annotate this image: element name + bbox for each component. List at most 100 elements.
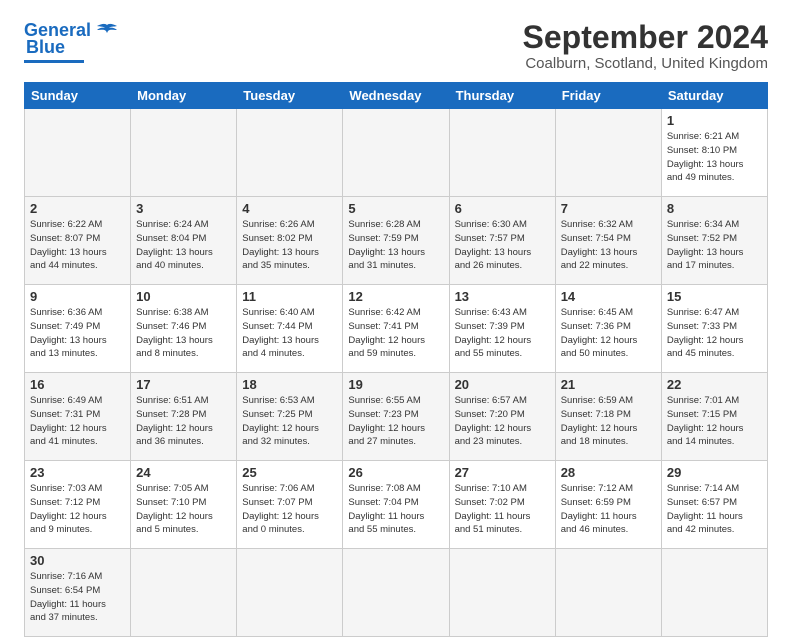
day-info: Sunrise: 6:34 AM Sunset: 7:52 PM Dayligh… xyxy=(667,218,762,273)
header-thursday: Thursday xyxy=(449,83,555,109)
day-number: 11 xyxy=(242,289,337,304)
day-number: 29 xyxy=(667,465,762,480)
day-number: 23 xyxy=(30,465,125,480)
day-number: 16 xyxy=(30,377,125,392)
day-number: 28 xyxy=(561,465,656,480)
day-number: 10 xyxy=(136,289,231,304)
day-info: Sunrise: 7:05 AM Sunset: 7:10 PM Dayligh… xyxy=(136,482,231,537)
table-row xyxy=(131,109,237,197)
logo-underline xyxy=(24,60,84,63)
day-info: Sunrise: 6:47 AM Sunset: 7:33 PM Dayligh… xyxy=(667,306,762,361)
day-number: 1 xyxy=(667,113,762,128)
day-number: 6 xyxy=(455,201,550,216)
table-row xyxy=(555,109,661,197)
table-row: 27 Sunrise: 7:10 AM Sunset: 7:02 PM Dayli… xyxy=(449,461,555,549)
table-row xyxy=(25,109,131,197)
header-friday: Friday xyxy=(555,83,661,109)
day-info: Sunrise: 6:45 AM Sunset: 7:36 PM Dayligh… xyxy=(561,306,656,361)
table-row xyxy=(555,549,661,637)
day-info: Sunrise: 6:40 AM Sunset: 7:44 PM Dayligh… xyxy=(242,306,337,361)
logo: General Blue xyxy=(24,20,117,63)
table-row xyxy=(449,109,555,197)
table-row: 4 Sunrise: 6:26 AM Sunset: 8:02 PM Daylig… xyxy=(237,197,343,285)
day-info: Sunrise: 7:10 AM Sunset: 7:02 PM Dayligh… xyxy=(455,482,550,537)
day-number: 13 xyxy=(455,289,550,304)
day-info: Sunrise: 6:26 AM Sunset: 8:02 PM Dayligh… xyxy=(242,218,337,273)
day-number: 21 xyxy=(561,377,656,392)
day-number: 30 xyxy=(30,553,125,568)
logo-bird-icon xyxy=(97,23,117,39)
calendar-title: September 2024 xyxy=(523,20,768,55)
table-row: 16 Sunrise: 6:49 AM Sunset: 7:31 PM Dayli… xyxy=(25,373,131,461)
weekday-header-row: Sunday Monday Tuesday Wednesday Thursday… xyxy=(25,83,768,109)
table-row: 1 Sunrise: 6:21 AM Sunset: 8:10 PM Daylig… xyxy=(661,109,767,197)
day-info: Sunrise: 7:03 AM Sunset: 7:12 PM Dayligh… xyxy=(30,482,125,537)
table-row: 13 Sunrise: 6:43 AM Sunset: 7:39 PM Dayli… xyxy=(449,285,555,373)
day-number: 18 xyxy=(242,377,337,392)
day-number: 24 xyxy=(136,465,231,480)
table-row: 18 Sunrise: 6:53 AM Sunset: 7:25 PM Dayli… xyxy=(237,373,343,461)
day-info: Sunrise: 6:53 AM Sunset: 7:25 PM Dayligh… xyxy=(242,394,337,449)
table-row: 28 Sunrise: 7:12 AM Sunset: 6:59 PM Dayli… xyxy=(555,461,661,549)
day-number: 2 xyxy=(30,201,125,216)
day-number: 7 xyxy=(561,201,656,216)
day-number: 27 xyxy=(455,465,550,480)
day-info: Sunrise: 7:06 AM Sunset: 7:07 PM Dayligh… xyxy=(242,482,337,537)
header-wednesday: Wednesday xyxy=(343,83,449,109)
table-row: 24 Sunrise: 7:05 AM Sunset: 7:10 PM Dayli… xyxy=(131,461,237,549)
table-row: 3 Sunrise: 6:24 AM Sunset: 8:04 PM Daylig… xyxy=(131,197,237,285)
calendar-subtitle: Coalburn, Scotland, United Kingdom xyxy=(523,55,768,72)
day-number: 25 xyxy=(242,465,337,480)
table-row xyxy=(237,109,343,197)
table-row: 9Sunrise: 6:36 AM Sunset: 7:49 PM Daylig… xyxy=(25,285,131,373)
day-info: Sunrise: 6:30 AM Sunset: 7:57 PM Dayligh… xyxy=(455,218,550,273)
table-row: 23 Sunrise: 7:03 AM Sunset: 7:12 PM Dayli… xyxy=(25,461,131,549)
table-row: 19Sunrise: 6:55 AM Sunset: 7:23 PM Dayli… xyxy=(343,373,449,461)
table-row: 7Sunrise: 6:32 AM Sunset: 7:54 PM Daylig… xyxy=(555,197,661,285)
day-info: Sunrise: 7:08 AM Sunset: 7:04 PM Dayligh… xyxy=(348,482,443,537)
table-row xyxy=(449,549,555,637)
calendar-table: Sunday Monday Tuesday Wednesday Thursday… xyxy=(24,82,768,637)
day-info: Sunrise: 6:59 AM Sunset: 7:18 PM Dayligh… xyxy=(561,394,656,449)
day-number: 9 xyxy=(30,289,125,304)
day-info: Sunrise: 6:24 AM Sunset: 8:04 PM Dayligh… xyxy=(136,218,231,273)
day-info: Sunrise: 6:51 AM Sunset: 7:28 PM Dayligh… xyxy=(136,394,231,449)
title-block: September 2024 Coalburn, Scotland, Unite… xyxy=(523,20,768,72)
table-row: 2 Sunrise: 6:22 AM Sunset: 8:07 PM Daylig… xyxy=(25,197,131,285)
day-number: 15 xyxy=(667,289,762,304)
day-info: Sunrise: 6:42 AM Sunset: 7:41 PM Dayligh… xyxy=(348,306,443,361)
day-number: 22 xyxy=(667,377,762,392)
day-info: Sunrise: 6:43 AM Sunset: 7:39 PM Dayligh… xyxy=(455,306,550,361)
day-number: 5 xyxy=(348,201,443,216)
table-row xyxy=(661,549,767,637)
table-row: 11 Sunrise: 6:40 AM Sunset: 7:44 PM Dayli… xyxy=(237,285,343,373)
table-row: 26 Sunrise: 7:08 AM Sunset: 7:04 PM Dayli… xyxy=(343,461,449,549)
day-number: 3 xyxy=(136,201,231,216)
header-sunday: Sunday xyxy=(25,83,131,109)
table-row: 20 Sunrise: 6:57 AM Sunset: 7:20 PM Dayli… xyxy=(449,373,555,461)
day-info: Sunrise: 6:38 AM Sunset: 7:46 PM Dayligh… xyxy=(136,306,231,361)
day-info: Sunrise: 6:55 AM Sunset: 7:23 PM Dayligh… xyxy=(348,394,443,449)
day-info: Sunrise: 6:21 AM Sunset: 8:10 PM Dayligh… xyxy=(667,130,762,185)
day-info: Sunrise: 6:49 AM Sunset: 7:31 PM Dayligh… xyxy=(30,394,125,449)
day-number: 8 xyxy=(667,201,762,216)
logo-line2: Blue xyxy=(26,37,65,58)
day-number: 26 xyxy=(348,465,443,480)
header-monday: Monday xyxy=(131,83,237,109)
table-row: 8 Sunrise: 6:34 AM Sunset: 7:52 PM Daylig… xyxy=(661,197,767,285)
table-row: 6 Sunrise: 6:30 AM Sunset: 7:57 PM Daylig… xyxy=(449,197,555,285)
table-row: 30Sunrise: 7:16 AM Sunset: 6:54 PM Dayli… xyxy=(25,549,131,637)
day-info: Sunrise: 7:12 AM Sunset: 6:59 PM Dayligh… xyxy=(561,482,656,537)
header: General Blue September 2024 Coalburn, Sc… xyxy=(24,20,768,72)
day-info: Sunrise: 6:22 AM Sunset: 8:07 PM Dayligh… xyxy=(30,218,125,273)
day-info: Sunrise: 7:14 AM Sunset: 6:57 PM Dayligh… xyxy=(667,482,762,537)
day-info: Sunrise: 6:57 AM Sunset: 7:20 PM Dayligh… xyxy=(455,394,550,449)
header-tuesday: Tuesday xyxy=(237,83,343,109)
day-number: 4 xyxy=(242,201,337,216)
day-number: 20 xyxy=(455,377,550,392)
table-row xyxy=(237,549,343,637)
table-row: 17Sunrise: 6:51 AM Sunset: 7:28 PM Dayli… xyxy=(131,373,237,461)
table-row xyxy=(131,549,237,637)
table-row xyxy=(343,549,449,637)
day-info: Sunrise: 6:28 AM Sunset: 7:59 PM Dayligh… xyxy=(348,218,443,273)
